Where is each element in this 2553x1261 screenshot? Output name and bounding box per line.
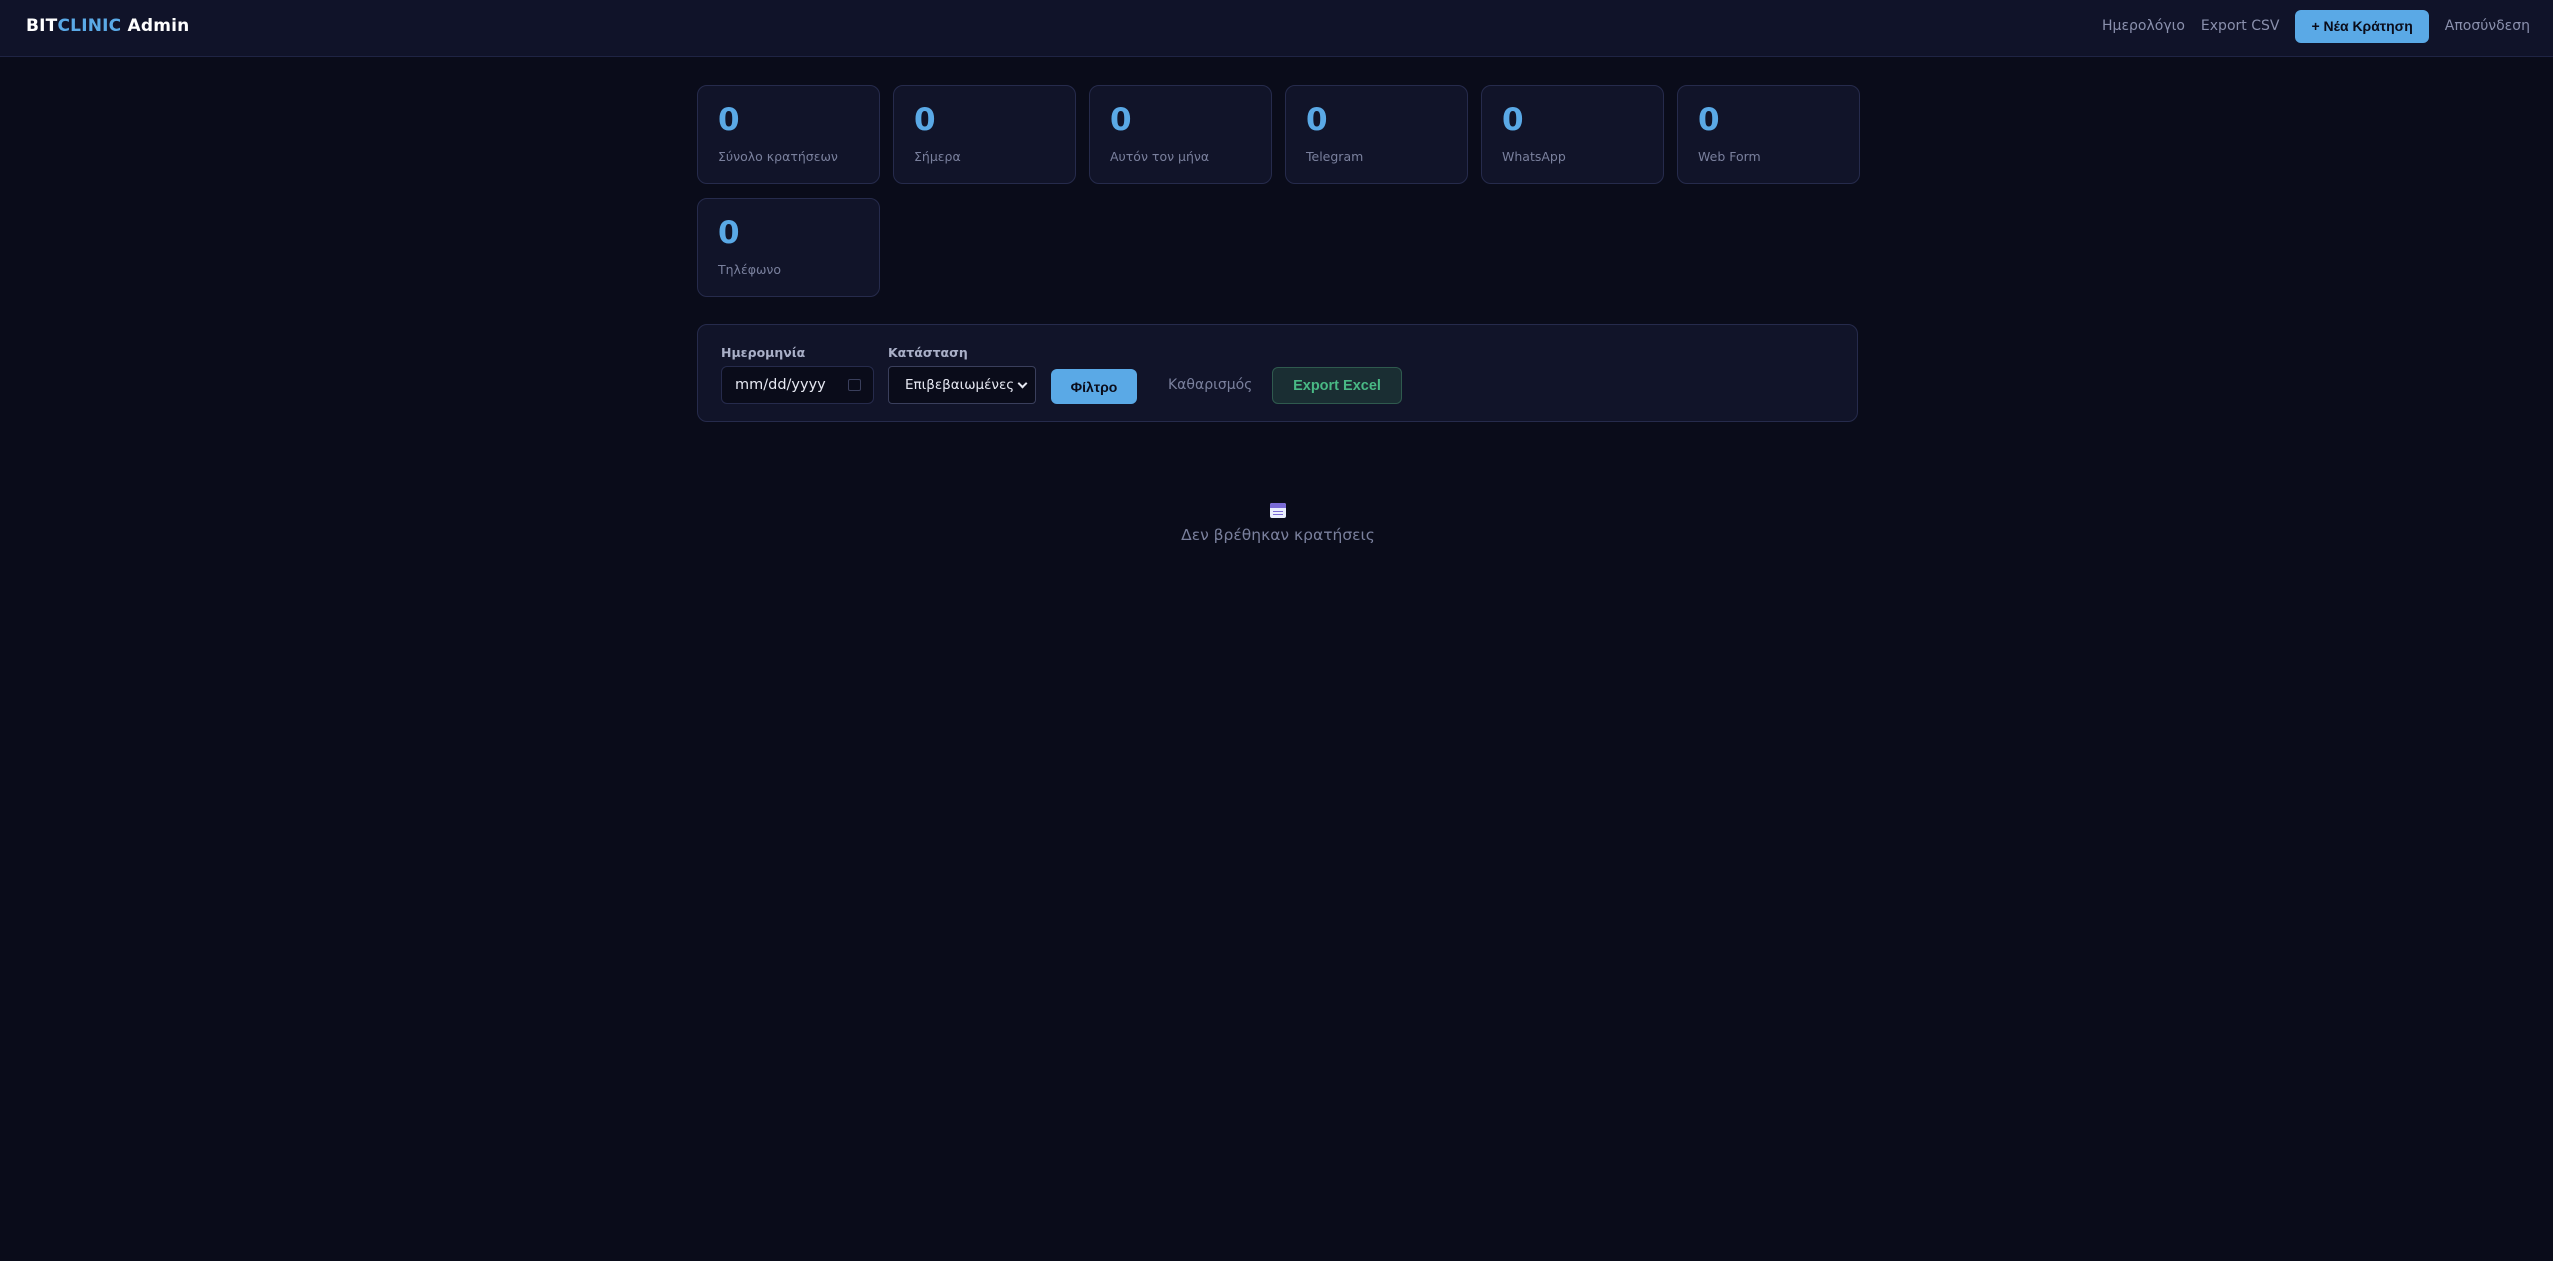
stat-card-total: 0 Σύνολο κρατήσεων <box>697 85 880 184</box>
stat-card-whatsapp: 0 WhatsApp <box>1481 85 1664 184</box>
stat-value: 0 <box>1306 102 1328 138</box>
status-selected-value: Επιβεβαιωμένες <box>905 377 1015 393</box>
date-filter-label: Ημερομηνία <box>721 345 806 360</box>
brand-admin: Admin <box>121 16 190 36</box>
stat-label: Σύνολο κρατήσεων <box>718 149 838 164</box>
empty-state: Δεν βρέθηκαν κρατήσεις <box>1178 503 1378 544</box>
stat-label: WhatsApp <box>1502 149 1566 164</box>
brand-clinic: CLINIC <box>57 16 122 36</box>
brand-bit: BIT <box>26 16 58 36</box>
stat-value: 0 <box>1110 102 1132 138</box>
filter-button[interactable]: Φίλτρο <box>1051 369 1137 404</box>
brand-logo[interactable]: BITCLINIC Admin <box>26 16 189 36</box>
chevron-down-icon <box>1017 378 1028 389</box>
status-filter-label: Κατάσταση <box>888 345 968 360</box>
stat-label: Telegram <box>1306 149 1364 164</box>
export-excel-button[interactable]: Export Excel <box>1272 367 1402 404</box>
stat-value: 0 <box>1698 102 1720 138</box>
status-select[interactable]: Επιβεβαιωμένες <box>888 366 1036 404</box>
stat-label: Σήμερα <box>914 149 961 164</box>
stat-card-today: 0 Σήμερα <box>893 85 1076 184</box>
stat-card-month: 0 Αυτόν τον μήνα <box>1089 85 1272 184</box>
clear-filters-link[interactable]: Καθαρισμός <box>1168 377 1252 393</box>
stat-value: 0 <box>718 102 740 138</box>
stat-value: 0 <box>914 102 936 138</box>
stat-label: Αυτόν τον μήνα <box>1110 149 1210 164</box>
calendar-icon <box>1270 503 1286 518</box>
top-navbar: BITCLINIC Admin Ημερολόγιο Export CSV + … <box>0 0 2553 57</box>
stat-value: 0 <box>1502 102 1524 138</box>
stat-label: Web Form <box>1698 149 1761 164</box>
nav-links: Ημερολόγιο Export CSV + Νέα Κράτηση Αποσ… <box>2102 9 2530 43</box>
date-input[interactable]: mm/dd/yyyy <box>721 366 874 404</box>
empty-state-message: Δεν βρέθηκαν κρατήσεις <box>1181 526 1375 544</box>
logout-link[interactable]: Αποσύνδεση <box>2445 18 2530 34</box>
calendar-picker-icon[interactable] <box>848 379 861 391</box>
stat-value: 0 <box>718 215 740 251</box>
nav-calendar-link[interactable]: Ημερολόγιο <box>2102 18 2185 34</box>
new-booking-button[interactable]: + Νέα Κράτηση <box>2295 9 2429 43</box>
stat-card-webform: 0 Web Form <box>1677 85 1860 184</box>
stat-label: Τηλέφωνο <box>718 262 782 277</box>
date-placeholder: mm/dd/yyyy <box>735 377 826 393</box>
nav-export-csv-link[interactable]: Export CSV <box>2201 18 2280 34</box>
stat-card-phone: 0 Τηλέφωνο <box>697 198 880 297</box>
filter-panel: Ημερομηνία mm/dd/yyyy Κατάσταση Επιβεβαι… <box>697 324 1858 422</box>
stat-card-telegram: 0 Telegram <box>1285 85 1468 184</box>
